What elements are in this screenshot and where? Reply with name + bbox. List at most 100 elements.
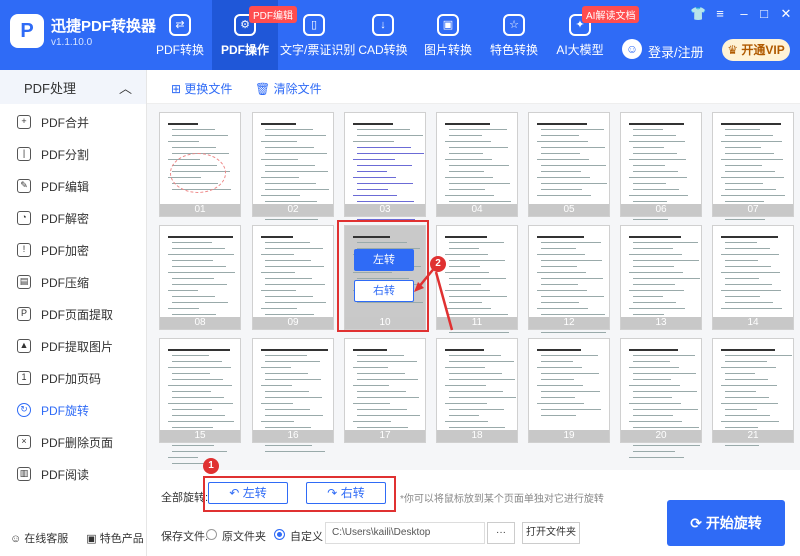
sidebar-item-extract-image[interactable]: ▲ PDF提取图片: [0, 330, 146, 362]
page-thumbnail[interactable]: 08: [159, 225, 241, 330]
page-number: 09: [253, 317, 333, 329]
page-thumbnail[interactable]: 18: [436, 338, 518, 443]
sidebar-item-delete-page[interactable]: × PDF删除页面: [0, 426, 146, 458]
page-thumbnail[interactable]: 13: [620, 225, 702, 330]
page-text-line: [633, 189, 679, 190]
page-thumbnail[interactable]: 12: [528, 225, 610, 333]
page-text-line: [265, 278, 312, 279]
split-icon: |: [17, 147, 31, 161]
page-text-line: [265, 135, 326, 136]
start-rotate-button[interactable]: ⟳ 开始旋转: [667, 500, 785, 546]
sidebar-item-decrypt[interactable]: ◔ PDF解密: [0, 202, 146, 234]
app-version: v1.1.10.0: [51, 37, 93, 48]
sidebar-item-encrypt[interactable]: ! PDF加密: [0, 234, 146, 266]
page-thumbnail[interactable]: 14: [712, 225, 794, 330]
page-thumbnail[interactable]: 04: [436, 112, 518, 217]
page-text-line: [172, 135, 228, 136]
title-bar: P 迅捷PDF转换器 v1.1.10.0 ⇄ PDF转换 ⚙ PDF操作 ▯ 文字/票…: [0, 0, 800, 70]
save-path-input[interactable]: C:\Users\kaili\Desktop: [325, 522, 485, 544]
page-text-line: [172, 296, 215, 297]
sidebar-item-edit[interactable]: ✎ PDF编辑: [0, 170, 146, 202]
page-thumbnail[interactable]: 07: [712, 112, 794, 226]
customer-service-link[interactable]: ☺ 在线客服: [10, 530, 68, 546]
page-thumbnail[interactable]: 17: [344, 338, 426, 443]
page-thumbnail[interactable]: 16: [252, 338, 334, 452]
close-icon[interactable]: ✕: [778, 6, 794, 22]
compress-icon: ▤: [17, 275, 31, 289]
nav-special[interactable]: ☆ 特色转换: [481, 0, 547, 70]
featured-products-link[interactable]: ▣ 特色产品: [86, 530, 143, 546]
page-text-line: [353, 177, 396, 178]
page-text-line: [357, 391, 406, 392]
page-text-line: [445, 385, 486, 386]
menu-icon[interactable]: ≡: [712, 6, 728, 21]
login-link[interactable]: 登录/注册: [648, 42, 704, 61]
page-rotate-right-button[interactable]: 右转: [354, 280, 414, 302]
rotate-all-left-button[interactable]: ↶ 左转: [208, 482, 288, 504]
nav-pdf-convert[interactable]: ⇄ PDF转换: [147, 0, 213, 70]
page-number: 05: [529, 204, 609, 216]
chat-icon: ☺: [10, 533, 22, 545]
page-text-line: [537, 254, 585, 255]
maximize-icon[interactable]: □: [756, 6, 772, 21]
page-number: 17: [345, 430, 425, 442]
page-thumbnail[interactable]: 02: [252, 112, 334, 232]
page-thumbnail[interactable]: 15: [159, 338, 241, 464]
page-text-line: [172, 278, 214, 279]
radio-custom-folder[interactable]: [274, 529, 285, 540]
page-thumbnail[interactable]: 06: [620, 112, 702, 238]
avatar[interactable]: ☺: [622, 39, 642, 59]
page-text-line: [541, 314, 605, 315]
clear-file-button[interactable]: 🗑 清除文件: [255, 80, 322, 97]
browse-button[interactable]: ···: [487, 522, 515, 544]
unlock-icon: ◔: [17, 211, 31, 225]
page-rotate-left-button[interactable]: 左转: [354, 249, 414, 271]
page-thumbnail[interactable]: 20: [620, 338, 702, 458]
page-text-line: [725, 129, 760, 130]
nav-image[interactable]: ▣ 图片转换: [415, 0, 481, 70]
sidebar-item-extract-page[interactable]: P PDF页面提取: [0, 298, 146, 330]
replace-file-button[interactable]: ⊞ 更换文件: [171, 80, 232, 97]
vip-button[interactable]: ♛ 开通VIP: [722, 39, 790, 61]
rotate-left-icon: ↶: [229, 486, 240, 500]
page-text-line: [725, 397, 769, 398]
sidebar-item-compress[interactable]: ▤ PDF压缩: [0, 266, 146, 298]
page-text-line: [537, 367, 582, 368]
page-text-line: [168, 123, 198, 125]
page-text-line: [265, 302, 326, 303]
page-text-line: [449, 248, 479, 249]
page-text-line: [265, 427, 311, 428]
skin-icon[interactable]: 👕: [690, 6, 706, 22]
page-text-line: [353, 195, 397, 196]
minimize-icon[interactable]: –: [736, 6, 752, 21]
page-text-line: [633, 129, 663, 130]
sidebar-item-read[interactable]: ▥ PDF阅读: [0, 458, 146, 490]
image-icon: ▲: [17, 339, 31, 353]
sidebar-item-page-number[interactable]: 1 PDF加页码: [0, 362, 146, 394]
radio-original-folder[interactable]: [206, 529, 217, 540]
page-thumbnail[interactable]: 19: [528, 338, 610, 443]
page-thumbnail[interactable]: 05: [528, 112, 610, 217]
rotate-all-right-button[interactable]: ↷ 右转: [306, 482, 386, 504]
page-text-line: [261, 272, 295, 273]
page-thumbnail[interactable]: 21: [712, 338, 794, 446]
page-text-line: [265, 445, 312, 446]
page-text-line: [261, 290, 296, 291]
sidebar-item-merge[interactable]: + PDF合并: [0, 106, 146, 138]
sidebar-footer: ☺ 在线客服 ▣ 特色产品: [10, 530, 144, 546]
page-text-line: [629, 272, 683, 273]
page-thumbnail[interactable]: 09: [252, 225, 334, 330]
page-text-line: [537, 308, 588, 309]
page-thumbnail[interactable]: 01: [159, 112, 241, 217]
page-text-line: [721, 159, 783, 160]
page-text-line: [629, 159, 686, 160]
page-thumbnail[interactable]: 03: [344, 112, 426, 220]
nav-cad[interactable]: ↓ CAD转换: [350, 0, 416, 70]
sidebar-item-rotate[interactable]: ↻ PDF旋转: [0, 394, 146, 426]
page-text-line: [449, 201, 511, 202]
download-icon: ↓: [372, 14, 394, 36]
sidebar-header[interactable]: PDF处理 ︿: [0, 70, 146, 104]
sidebar-item-split[interactable]: | PDF分割: [0, 138, 146, 170]
page-text-line: [725, 147, 761, 148]
open-folder-button[interactable]: 打开文件夹: [522, 522, 580, 544]
